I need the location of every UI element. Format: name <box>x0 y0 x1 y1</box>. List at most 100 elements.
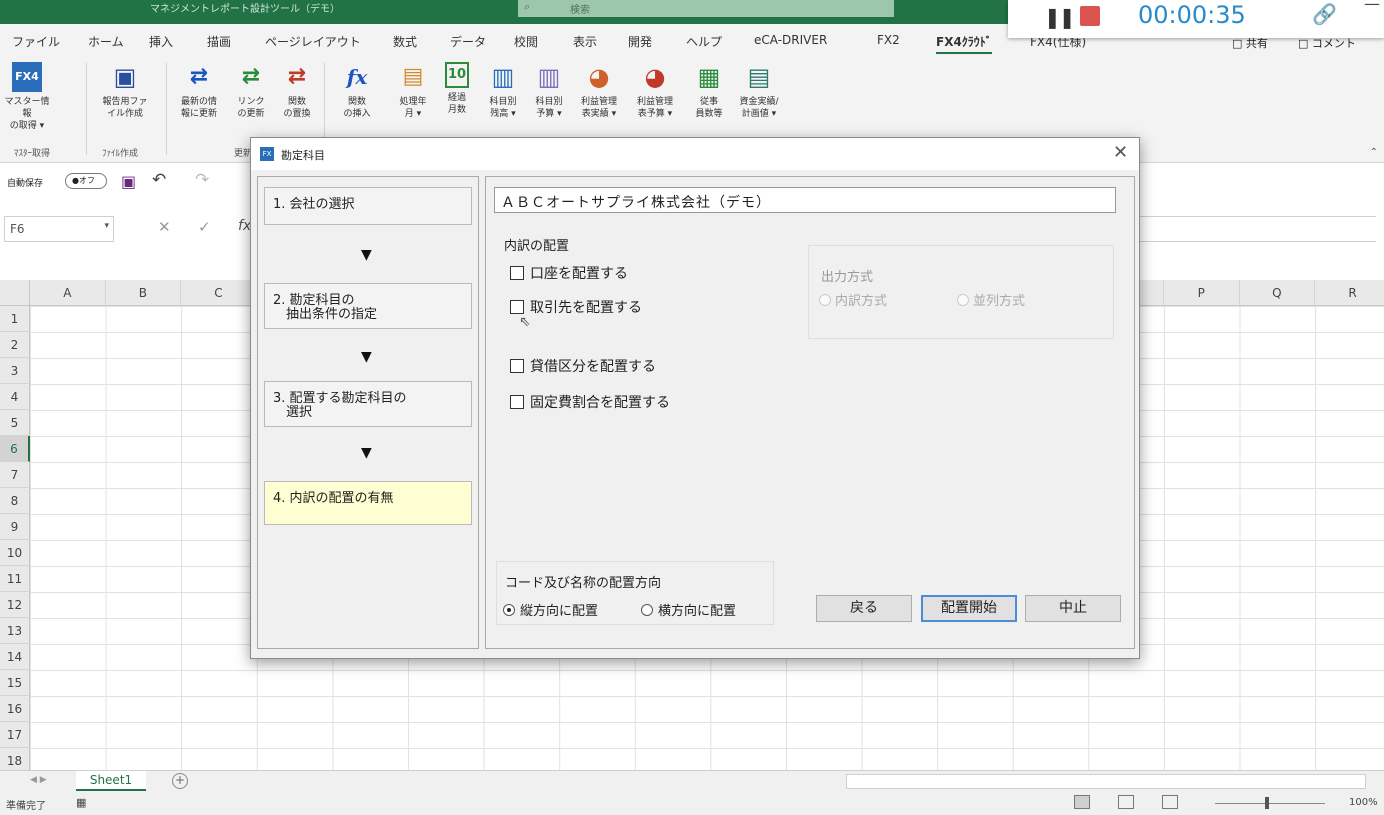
back-button[interactable]: 戻る <box>816 595 912 622</box>
save-icon[interactable]: ▣ <box>121 172 136 191</box>
row-header[interactable]: 6 <box>0 436 30 462</box>
row-header[interactable]: 1 <box>0 306 30 332</box>
column-header[interactable]: B <box>105 280 182 306</box>
column-header[interactable]: R <box>1315 280 1384 306</box>
update-links-button[interactable]: ⇄ リンク の更新 <box>228 62 274 120</box>
horizontal-scrollbar[interactable] <box>846 774 1366 789</box>
step-2-conditions[interactable]: 2. 勘定科目の 抽出条件の指定 <box>264 283 472 329</box>
tab-help[interactable]: ヘルプ <box>686 33 722 50</box>
column-header[interactable]: C <box>181 280 257 306</box>
employee-count-button[interactable]: ▦ 従事 員数等 <box>686 62 732 120</box>
row-header[interactable]: 8 <box>0 488 30 514</box>
radio-vertical[interactable]: 縦方向に配置 <box>503 600 598 619</box>
link-icon[interactable]: 🔗 <box>1312 2 1337 26</box>
checkbox-icon[interactable] <box>510 359 524 373</box>
cash-plan-button[interactable]: ▤ 資金実績/ 計画値 ▾ <box>736 62 782 120</box>
sheet-nav-arrows[interactable]: ◀ ▶ <box>30 775 47 785</box>
radio-horizontal[interactable]: 横方向に配置 <box>641 600 736 619</box>
page-break-view-icon[interactable] <box>1162 795 1178 809</box>
tab-file[interactable]: ファイル <box>12 33 60 50</box>
step-1-company[interactable]: 1. 会社の選択 <box>264 187 472 225</box>
close-icon[interactable]: ✕ <box>1113 142 1128 163</box>
autosave-toggle[interactable]: ●オフ <box>65 173 107 189</box>
tab-review[interactable]: 校閲 <box>514 33 538 50</box>
start-placement-button[interactable]: 配置開始 <box>921 595 1017 622</box>
column-header[interactable]: A <box>30 280 106 306</box>
chevron-down-icon[interactable]: ▾ <box>104 221 109 231</box>
tab-developer[interactable]: 開発 <box>628 33 652 50</box>
checkbox-place-account[interactable]: 口座を配置する <box>510 263 628 283</box>
checkbox-place-debit-credit[interactable]: 貸借区分を配置する <box>510 356 656 376</box>
row-header[interactable]: 11 <box>0 566 30 592</box>
pause-icon[interactable]: ❚❚ <box>1044 5 1075 29</box>
row-header[interactable]: 13 <box>0 618 30 644</box>
replace-functions-button[interactable]: ⇄ 関数 の置換 <box>274 62 320 120</box>
cancel-entry-icon[interactable]: ✕ <box>158 218 171 236</box>
tab-page-layout[interactable]: ページレイアウト <box>265 33 361 50</box>
report-file-create-button[interactable]: ▣ 報告用ファ イル作成 <box>102 62 148 120</box>
checkbox-icon[interactable] <box>510 266 524 280</box>
tab-draw[interactable]: 描画 <box>207 33 231 50</box>
normal-view-icon[interactable] <box>1074 795 1090 809</box>
row-header[interactable]: 10 <box>0 540 30 566</box>
minimize-icon[interactable]: — <box>1364 0 1380 13</box>
row-header[interactable]: 14 <box>0 644 30 670</box>
checkbox-icon[interactable] <box>510 300 524 314</box>
cancel-button[interactable]: 中止 <box>1025 595 1121 622</box>
account-budget-button[interactable]: ▥ 科目別 予算 ▾ <box>526 62 572 120</box>
redo-icon[interactable]: ↷ <box>195 170 209 190</box>
tab-fx2[interactable]: FX2 <box>877 33 900 47</box>
row-header[interactable]: 16 <box>0 696 30 722</box>
row-header[interactable]: 15 <box>0 670 30 696</box>
undo-icon[interactable]: ↶ <box>152 170 166 190</box>
collapse-ribbon-icon[interactable]: ⌃ <box>1370 147 1378 158</box>
insert-function-button[interactable]: fx 関数 の挿入 <box>334 62 380 120</box>
tab-eca-driver[interactable]: eCA-DRIVER <box>754 33 827 47</box>
master-info-button[interactable]: FX4 マスター情報 の取得 ▾ <box>4 62 50 132</box>
row-header[interactable]: 5 <box>0 410 30 436</box>
account-balance-button[interactable]: ▥ 科目別 残高 ▾ <box>480 62 526 120</box>
zoom-slider-thumb[interactable] <box>1265 797 1269 809</box>
checkbox-place-fixed-cost[interactable]: 固定費割合を配置する <box>510 392 670 412</box>
row-header[interactable]: 2 <box>0 332 30 358</box>
row-header[interactable]: 4 <box>0 384 30 410</box>
formula-input[interactable] <box>1140 216 1376 242</box>
row-header[interactable]: 18 <box>0 748 30 770</box>
row-header[interactable]: 3 <box>0 358 30 384</box>
zoom-slider[interactable] <box>1215 803 1325 804</box>
confirm-entry-icon[interactable]: ✓ <box>198 218 211 236</box>
profit-actual-button[interactable]: ◕ 利益管理 表実績 ▾ <box>576 62 622 120</box>
step-3-select-accounts[interactable]: 3. 配置する勘定科目の 選択 <box>264 381 472 427</box>
column-header[interactable]: P <box>1164 280 1240 306</box>
name-box[interactable]: F6 ▾ <box>4 216 114 242</box>
radio-icon[interactable] <box>641 603 653 616</box>
tab-data[interactable]: データ <box>450 33 486 50</box>
select-all-corner[interactable] <box>0 280 30 306</box>
tab-fx4-cloud[interactable]: FX4ｸﾗｳﾄﾞ <box>936 33 992 54</box>
checkbox-icon[interactable] <box>510 395 524 409</box>
processing-month-button[interactable]: ▤ 処理年 月 ▾ <box>390 62 436 120</box>
column-header[interactable]: Q <box>1239 280 1316 306</box>
page-layout-view-icon[interactable] <box>1118 795 1134 809</box>
search-box[interactable]: ⌕ 検索 <box>518 0 894 17</box>
sheet-tab[interactable]: Sheet1 <box>76 771 146 791</box>
elapsed-months-button[interactable]: 10 経過 月数 <box>434 62 480 116</box>
tab-insert[interactable]: 挿入 <box>149 33 173 50</box>
row-header[interactable]: 12 <box>0 592 30 618</box>
row-header[interactable]: 9 <box>0 514 30 540</box>
refresh-latest-button[interactable]: ⇄ 最新の情 報に更新 <box>176 62 222 120</box>
zoom-level[interactable]: 100% <box>1349 797 1378 808</box>
add-sheet-icon[interactable]: + <box>172 773 188 789</box>
tab-formulas[interactable]: 数式 <box>393 33 417 50</box>
company-name-field[interactable]: ＡＢＣオートサプライ株式会社（デモ） <box>494 187 1116 213</box>
button-label: 科目別 <box>489 97 517 107</box>
tab-home[interactable]: ホーム <box>88 33 124 50</box>
stop-icon[interactable] <box>1080 6 1100 26</box>
step-4-breakdown[interactable]: 4. 内訳の配置の有無 <box>264 481 472 525</box>
row-header[interactable]: 17 <box>0 722 30 748</box>
row-header[interactable]: 7 <box>0 462 30 488</box>
accessibility-icon[interactable]: ▦ <box>76 796 86 809</box>
profit-budget-button[interactable]: ◕ 利益管理 表予算 ▾ <box>632 62 678 120</box>
radio-selected-icon[interactable] <box>503 603 515 616</box>
tab-view[interactable]: 表示 <box>573 33 597 50</box>
